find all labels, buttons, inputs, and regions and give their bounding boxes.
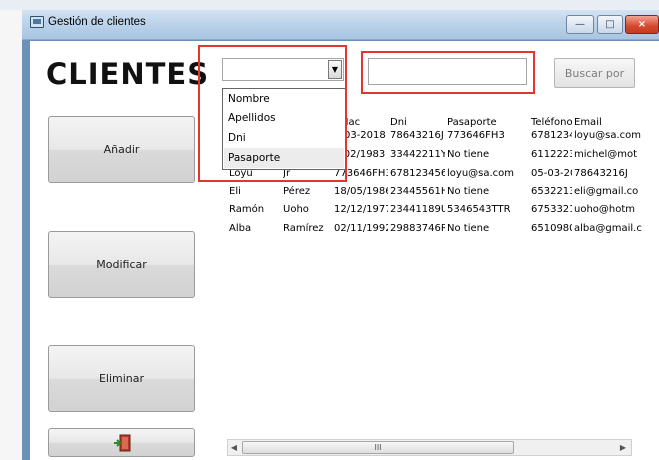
- add-button[interactable]: Añadir: [48, 116, 195, 183]
- scroll-right-icon[interactable]: ▶: [618, 441, 628, 454]
- table-cell[interactable]: 18/05/1986: [334, 183, 388, 201]
- table-cell[interactable]: Uoho: [283, 201, 332, 219]
- table-cell[interactable]: 23441189U: [390, 201, 445, 219]
- table-cell[interactable]: Ramón: [229, 201, 281, 219]
- maximize-button[interactable]: □: [597, 15, 623, 34]
- window-title: Gestión de clientes: [48, 16, 146, 28]
- table-cell[interactable]: 02/11/1992: [334, 220, 388, 238]
- delete-button[interactable]: Eliminar: [48, 345, 195, 412]
- table-cell[interactable]: 611222333: [531, 146, 572, 164]
- desktop-background-top: [0, 0, 659, 10]
- table-cell[interactable]: 78643216J: [574, 165, 659, 183]
- table-cell[interactable]: Eli: [229, 183, 281, 201]
- table-cell[interactable]: 78643216J: [390, 127, 445, 145]
- table-cell[interactable]: 5346543TTR: [447, 201, 529, 219]
- table-cell[interactable]: 29883746R: [390, 220, 445, 238]
- table-cell[interactable]: eli@gmail.co: [574, 183, 659, 201]
- table-cell[interactable]: No tiene: [447, 146, 529, 164]
- table-cell[interactable]: No tiene: [447, 220, 529, 238]
- close-button[interactable]: ×: [625, 15, 659, 34]
- table-cell[interactable]: michel@mot: [574, 146, 659, 164]
- table-cell[interactable]: loyu@sa.com: [574, 127, 659, 145]
- scroll-left-icon[interactable]: ◀: [229, 441, 239, 454]
- table-cell[interactable]: alba@gmail.c: [574, 220, 659, 238]
- window-app-icon: [30, 16, 44, 28]
- table-cell[interactable]: 653221333: [531, 183, 572, 201]
- scrollbar-thumb[interactable]: III: [242, 441, 514, 454]
- table-cell[interactable]: Alba: [229, 220, 281, 238]
- table-cell[interactable]: 678123456: [531, 127, 572, 145]
- search-button[interactable]: Buscar por: [554, 58, 635, 88]
- table-cell[interactable]: 23445561H: [390, 183, 445, 201]
- table-cell[interactable]: 33442211Y: [390, 146, 445, 164]
- table-cell[interactable]: Pérez: [283, 183, 332, 201]
- table-cell[interactable]: No tiene: [447, 183, 529, 201]
- table-cell[interactable]: 773646FH3: [447, 127, 529, 145]
- minimize-button[interactable]: —: [566, 15, 594, 34]
- desktop-background: [0, 0, 22, 460]
- table-cell[interactable]: 12/12/1977: [334, 201, 388, 219]
- table-cell[interactable]: 651098000: [531, 220, 572, 238]
- modify-button[interactable]: Modificar: [48, 231, 195, 298]
- table-cell[interactable]: 678123456: [390, 165, 445, 183]
- page-title: CLIENTES: [46, 57, 210, 91]
- table-cell[interactable]: loyu@sa.com: [447, 165, 529, 183]
- exit-door-icon: [113, 434, 130, 451]
- table-cell[interactable]: 05-03-2018: [531, 165, 572, 183]
- highlight-box-dropdown: [198, 45, 347, 182]
- table-cell[interactable]: 675332145: [531, 201, 572, 219]
- table-cell[interactable]: Ramírez: [283, 220, 332, 238]
- exit-button[interactable]: [48, 428, 195, 457]
- highlight-box-search: [361, 51, 535, 94]
- table-cell[interactable]: uoho@hotm: [574, 201, 659, 219]
